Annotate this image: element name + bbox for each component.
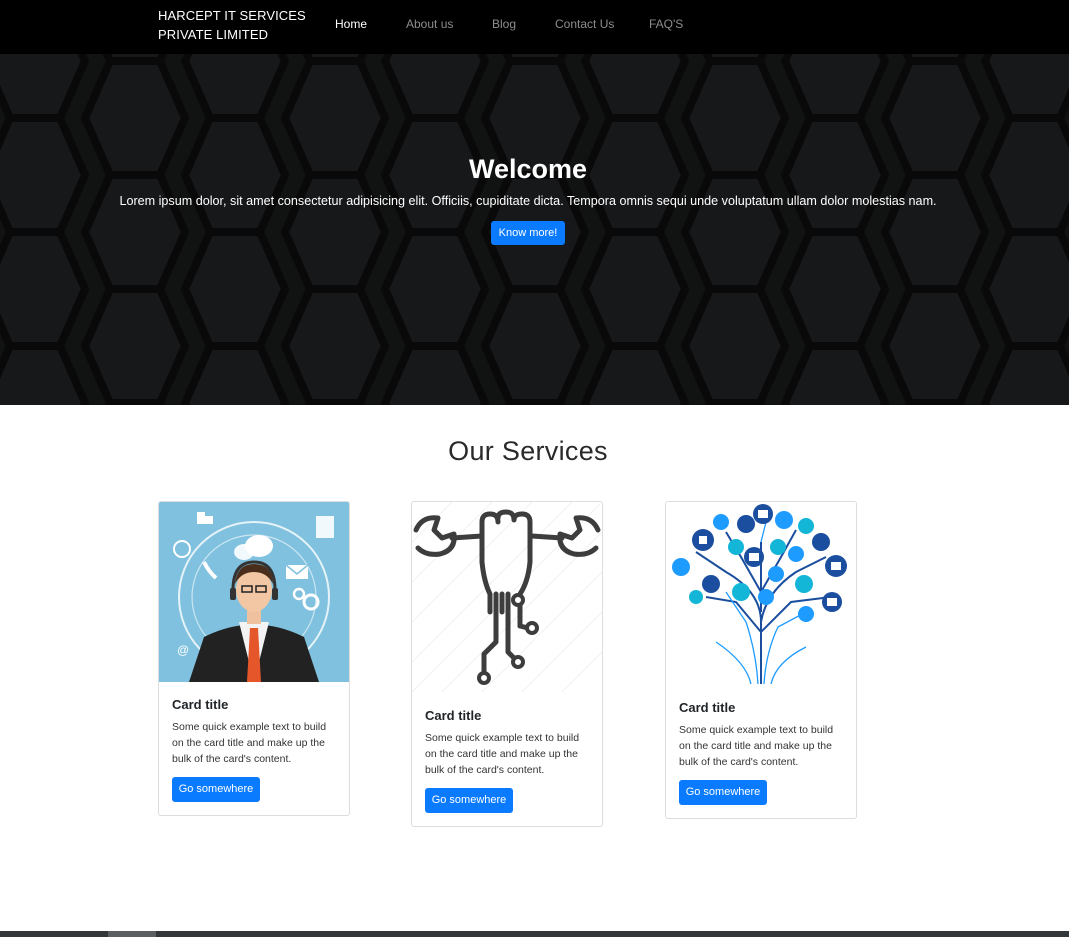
card-1-go-somewhere-button[interactable]: Go somewhere xyxy=(172,777,260,802)
hero-banner: Welcome Lorem ipsum dolor, sit amet cons… xyxy=(0,54,1069,405)
footer-bar xyxy=(0,931,1069,937)
card-1-text: Some quick example text to build on the … xyxy=(172,721,327,765)
service-card-2: Card title Some quick example text to bu… xyxy=(411,501,603,827)
know-more-button[interactable]: Know more! xyxy=(491,221,565,245)
card-3-go-somewhere-button[interactable]: Go somewhere xyxy=(679,780,767,805)
nav-link-faqs[interactable]: FAQ'S xyxy=(649,17,683,31)
service-card-1: @ Card title Some quick example text to … xyxy=(158,501,350,816)
hero-title: Welcome xyxy=(468,154,588,184)
card-3-text: Some quick example text to build on the … xyxy=(679,724,834,768)
card-2-text: Some quick example text to build on the … xyxy=(425,732,580,776)
nav-link-contact-us[interactable]: Contact Us xyxy=(555,17,614,31)
service-card-3: Card title Some quick example text to bu… xyxy=(665,501,857,819)
support-agent-image: @ xyxy=(159,502,349,682)
nav-link-home[interactable]: Home xyxy=(335,17,367,31)
hero-description: Lorem ipsum dolor, sit amet consectetur … xyxy=(119,194,937,208)
hand-wrench-circuit-image xyxy=(412,502,602,692)
brand-logo-text[interactable]: HARCEPT IT SERVICES PRIVATE LIMITED xyxy=(158,6,308,44)
footer-tab-indicator xyxy=(108,931,156,937)
svg-text:@: @ xyxy=(177,643,189,657)
card-1-title: Card title xyxy=(172,697,229,712)
services-heading: Our Services xyxy=(448,436,608,466)
card-2-go-somewhere-button[interactable]: Go somewhere xyxy=(425,788,513,813)
nav-link-about-us[interactable]: About us xyxy=(406,17,453,31)
nav-link-blog[interactable]: Blog xyxy=(492,17,516,31)
technology-tree-image xyxy=(666,502,856,684)
navbar: HARCEPT IT SERVICES PRIVATE LIMITED Home… xyxy=(0,0,1069,54)
card-3-title: Card title xyxy=(679,700,736,715)
card-2-title: Card title xyxy=(425,708,482,723)
